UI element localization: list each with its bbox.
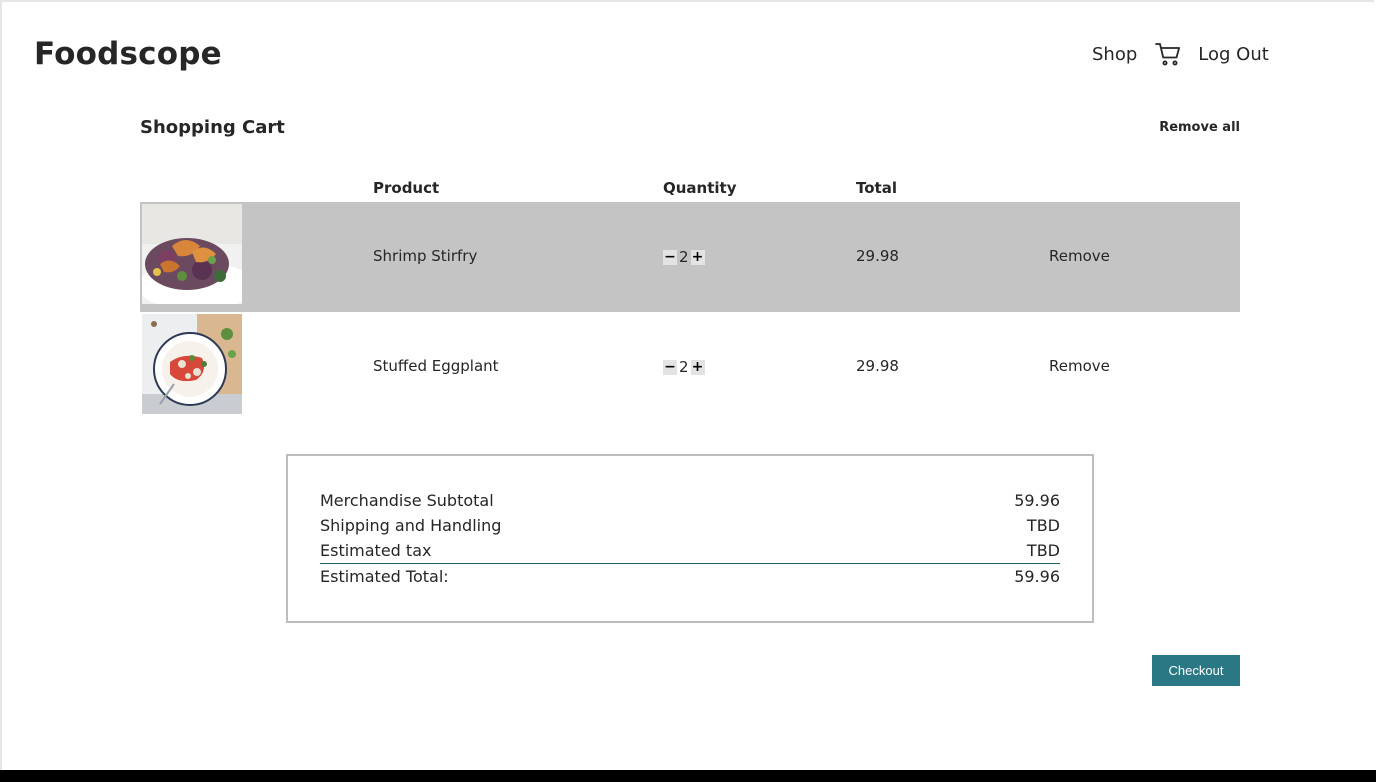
quantity-stepper: − 2 +	[663, 358, 705, 376]
total-value: 59.96	[1014, 567, 1060, 586]
logo[interactable]: Foodscope	[34, 36, 222, 72]
checkout-button[interactable]: Checkout	[1152, 655, 1240, 686]
summary-total-row: Estimated Total: 59.96	[320, 567, 1060, 586]
footer-bar	[0, 770, 1376, 782]
remove-all-button[interactable]: Remove all	[1159, 120, 1240, 135]
summary-shipping-row: Shipping and Handling TBD	[320, 516, 1060, 535]
total-label: Estimated Total:	[320, 567, 449, 586]
decrease-quantity-button[interactable]: −	[663, 249, 677, 265]
item-total: 29.98	[856, 247, 899, 265]
remove-item-button[interactable]: Remove	[1049, 357, 1110, 375]
shop-link[interactable]: Shop	[1092, 44, 1137, 65]
order-summary: Merchandise Subtotal 59.96 Shipping and …	[286, 454, 1094, 623]
shipping-label: Shipping and Handling	[320, 516, 502, 535]
column-header-product: Product	[373, 179, 440, 197]
logout-link[interactable]: Log Out	[1198, 44, 1269, 65]
column-header-quantity: Quantity	[663, 179, 737, 197]
remove-item-button[interactable]: Remove	[1049, 247, 1110, 265]
page-title: Shopping Cart	[140, 117, 285, 138]
shopping-cart-icon[interactable]	[1154, 40, 1182, 68]
quantity-value: 2	[679, 358, 689, 376]
summary-divider	[320, 563, 1060, 564]
top-nav: Shop Log Out	[1092, 40, 1269, 68]
increase-quantity-button[interactable]: +	[690, 249, 705, 265]
tax-label: Estimated tax	[320, 541, 432, 560]
summary-tax-row: Estimated tax TBD	[320, 541, 1060, 560]
summary-subtotal-row: Merchandise Subtotal 59.96	[320, 491, 1060, 510]
product-image-shrimp-stirfry	[142, 204, 242, 304]
shipping-value: TBD	[1026, 516, 1060, 535]
decrease-quantity-button[interactable]: −	[663, 359, 677, 375]
product-image-stuffed-eggplant	[142, 314, 242, 414]
subtotal-value: 59.96	[1014, 491, 1060, 510]
product-name: Stuffed Eggplant	[373, 357, 499, 375]
quantity-value: 2	[679, 248, 689, 266]
tax-value: TBD	[1026, 541, 1060, 560]
item-total: 29.98	[856, 357, 899, 375]
product-name: Shrimp Stirfry	[373, 247, 478, 265]
cart-row: Stuffed Eggplant − 2 + 29.98 Remove	[140, 312, 1240, 422]
increase-quantity-button[interactable]: +	[690, 359, 705, 375]
column-header-total: Total	[856, 179, 897, 197]
subtotal-label: Merchandise Subtotal	[320, 491, 494, 510]
cart-row: Shrimp Stirfry − 2 + 29.98 Remove	[140, 202, 1240, 312]
quantity-stepper: − 2 +	[663, 248, 705, 266]
